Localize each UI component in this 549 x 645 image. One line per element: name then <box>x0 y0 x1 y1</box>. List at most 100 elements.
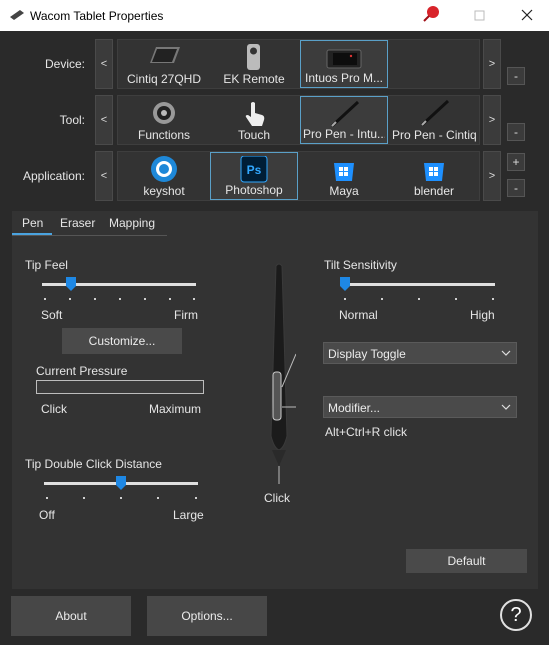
pen-illustration <box>270 263 296 484</box>
upper-side-button-dropdown[interactable]: Display Toggle <box>323 342 517 364</box>
lower-side-button-dropdown[interactable]: Modifier... <box>323 396 517 418</box>
pen-icon <box>420 99 450 127</box>
pressure-min-label: Click <box>41 402 67 416</box>
slider-tick <box>44 298 46 300</box>
application-strip: keyshot Ps Photoshop Maya blender <box>117 151 480 201</box>
slider-tick <box>418 298 420 300</box>
tabs-divider <box>12 235 167 236</box>
application-tile-blender[interactable]: blender <box>390 152 478 200</box>
slider-tick <box>69 298 71 300</box>
about-button[interactable]: About <box>11 596 131 636</box>
tip-double-click-slider-thumb[interactable] <box>116 476 126 490</box>
slider-tick <box>157 497 159 499</box>
application-remove-button[interactable]: - <box>507 179 525 197</box>
application-tile-label: Maya <box>329 184 359 198</box>
application-label: Application: <box>22 169 85 183</box>
pressure-max-label: Maximum <box>149 402 202 416</box>
slider-tick <box>193 298 195 300</box>
ek-remote-icon <box>247 44 260 70</box>
slider-tick <box>94 298 96 300</box>
slider-tick <box>144 298 146 300</box>
svg-text:Ps: Ps <box>247 163 262 177</box>
device-tile-ek-remote[interactable]: EK Remote <box>210 40 298 88</box>
tip-feel-label: Tip Feel <box>25 258 68 272</box>
upper-side-button-value: Display Toggle <box>328 347 406 361</box>
pin-icon[interactable] <box>421 4 441 24</box>
chevron-down-icon <box>501 404 511 410</box>
slider-tick <box>119 298 121 300</box>
tip-action-label: Click <box>264 491 290 505</box>
touch-hand-icon <box>245 102 265 126</box>
slider-tick <box>195 497 197 499</box>
window-title: Wacom Tablet Properties <box>30 9 164 23</box>
tool-scroll-right-button[interactable]: > <box>483 95 501 145</box>
tool-tile-pro-pen-intuos[interactable]: Pro Pen - Intu... <box>300 96 388 144</box>
maximize-button[interactable] <box>466 0 494 31</box>
slider-tick <box>492 298 494 300</box>
application-tile-maya[interactable]: Maya <box>300 152 388 200</box>
windows-store-icon <box>334 163 354 181</box>
tool-tile-label: Functions <box>137 128 191 142</box>
title-bar: Wacom Tablet Properties <box>0 0 549 31</box>
device-tile-label: Intuos Pro M... <box>304 71 384 85</box>
chevron-down-icon <box>501 350 511 356</box>
tool-tile-pro-pen-cintiq[interactable]: Pro Pen - Cintiq <box>390 96 478 144</box>
device-remove-button[interactable]: - <box>507 67 525 85</box>
application-scroll-right-button[interactable]: > <box>483 151 501 201</box>
help-icon[interactable]: ? <box>500 599 532 631</box>
application-tile-photoshop[interactable]: Ps Photoshop <box>210 152 298 200</box>
application-scroll-left-button[interactable]: < <box>95 151 113 201</box>
current-pressure-label: Current Pressure <box>36 364 128 378</box>
device-tile-cintiq[interactable]: Cintiq 27QHD <box>120 40 208 88</box>
wacom-app-icon <box>10 10 24 20</box>
tilt-sensitivity-label: Tilt Sensitivity <box>324 258 397 272</box>
tab-mapping[interactable]: Mapping <box>109 216 155 230</box>
tool-tile-touch[interactable]: Touch <box>210 96 298 144</box>
functions-icon <box>153 102 175 124</box>
device-tile-intuos-pro[interactable]: Intuos Pro M... <box>300 40 388 88</box>
pen-icon <box>330 100 360 128</box>
device-scroll-left-button[interactable]: < <box>95 39 113 89</box>
slider-tick <box>46 497 48 499</box>
device-scroll-right-button[interactable]: > <box>483 39 501 89</box>
device-strip: Cintiq 27QHD EK Remote Intuos Pro M... <box>117 39 480 89</box>
tool-tile-label: Pro Pen - Cintiq <box>392 128 476 142</box>
tool-tile-label: Touch <box>237 128 271 142</box>
tab-eraser[interactable]: Eraser <box>60 216 95 230</box>
tilt-sensitivity-slider-thumb[interactable] <box>340 277 350 291</box>
lower-side-button-value: Modifier... <box>328 401 381 415</box>
wacom-tablet-properties-window: Wacom Tablet Properties Device: < Cintiq… <box>0 0 549 645</box>
active-tab-indicator <box>12 233 52 235</box>
slider-tick <box>120 497 122 499</box>
application-tile-label: Photoshop <box>225 183 283 197</box>
tool-remove-button[interactable]: - <box>507 123 525 141</box>
tip-feel-slider-thumb[interactable] <box>66 277 76 291</box>
application-tile-label: keyshot <box>143 184 185 198</box>
application-add-button[interactable]: + <box>507 153 525 171</box>
slider-tick <box>344 298 346 300</box>
current-pressure-bar <box>36 380 204 394</box>
slider-tick <box>169 298 171 300</box>
device-tile-label: Cintiq 27QHD <box>126 72 202 86</box>
customize-button[interactable]: Customize... <box>62 328 182 354</box>
application-tile-label: blender <box>413 184 455 198</box>
application-tile-keyshot[interactable]: keyshot <box>120 152 208 200</box>
tab-pen[interactable]: Pen <box>22 216 43 230</box>
tip-feel-min-label: Soft <box>41 308 63 322</box>
options-button[interactable]: Options... <box>147 596 267 636</box>
slider-tick <box>83 497 85 499</box>
tilt-sensitivity-slider[interactable] <box>343 283 495 286</box>
tool-scroll-left-button[interactable]: < <box>95 95 113 145</box>
close-button[interactable] <box>512 0 542 31</box>
tool-tile-functions[interactable]: Functions <box>120 96 208 144</box>
default-button[interactable]: Default <box>406 549 527 573</box>
tip-double-click-label: Tip Double Click Distance <box>25 457 162 471</box>
tool-strip: Functions Touch Pro Pen - Intu... Pro Pe… <box>117 95 480 145</box>
windows-store-icon <box>424 163 444 181</box>
keyshot-icon <box>151 156 177 182</box>
modifier-keys-label: Alt+Ctrl+R click <box>325 425 408 439</box>
cintiq-tablet-icon <box>150 47 180 63</box>
intuos-pro-icon <box>326 49 362 69</box>
tip-feel-max-label: Firm <box>174 308 198 322</box>
tip-double-click-min-label: Off <box>39 508 55 522</box>
